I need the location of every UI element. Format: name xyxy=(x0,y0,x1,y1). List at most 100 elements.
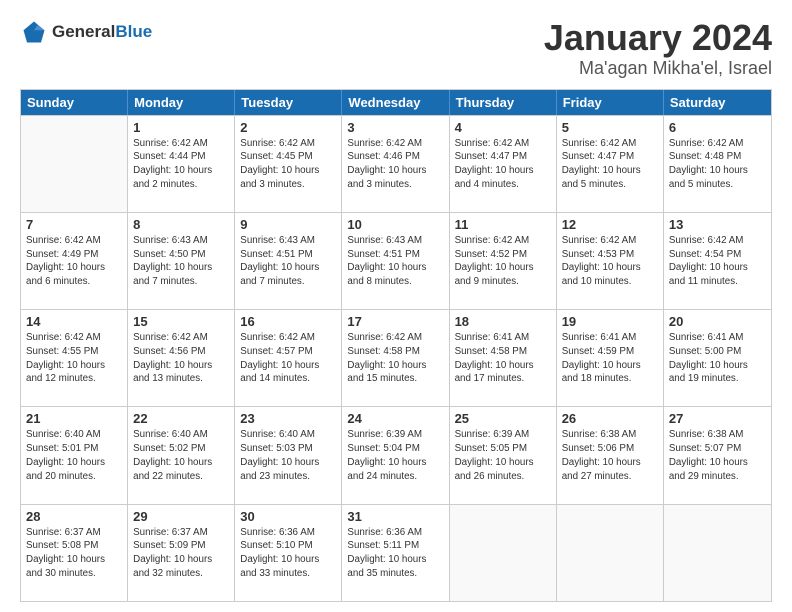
cell-day-number: 24 xyxy=(347,411,443,426)
calendar-cell: 4Sunrise: 6:42 AMSunset: 4:47 PMDaylight… xyxy=(450,116,557,212)
cell-info: Sunrise: 6:39 AMSunset: 5:05 PMDaylight:… xyxy=(455,428,551,483)
calendar-cell: 13 Sunrise: 6:42 AMSunset: 4:54 PMDayligh… xyxy=(664,213,771,309)
calendar-cell: 20 Sunrise: 6:41 AMSunset: 5:00 PMDayligh… xyxy=(664,310,771,406)
calendar-row-1: 7Sunrise: 6:42 AMSunset: 4:49 PMDaylight… xyxy=(21,212,771,309)
cell-info: Sunrise: 6:42 AMSunset: 4:47 PMDaylight:… xyxy=(455,137,551,192)
calendar-cell: 15 Sunrise: 6:42 AMSunset: 4:56 PMDayligh… xyxy=(128,310,235,406)
calendar-cell: 23 Sunrise: 6:40 AMSunset: 5:03 PMDayligh… xyxy=(235,407,342,503)
cell-info: Sunrise: 6:42 AMSunset: 4:57 PMDaylight:… xyxy=(240,331,336,386)
cell-info: Sunrise: 6:42 AMSunset: 4:47 PMDaylight:… xyxy=(562,137,658,192)
cell-info: Sunrise: 6:43 AMSunset: 4:51 PMDaylight:… xyxy=(240,234,336,289)
calendar-cell: 1 Sunrise: 6:42 AMSunset: 4:44 PMDaylight… xyxy=(128,116,235,212)
day-header-sunday: Sunday xyxy=(21,90,128,115)
calendar-cell: 27 Sunrise: 6:38 AMSunset: 5:07 PMDayligh… xyxy=(664,407,771,503)
calendar-cell: 29 Sunrise: 6:37 AMSunset: 5:09 PMDayligh… xyxy=(128,505,235,601)
cell-day-number: 14 xyxy=(26,314,122,329)
cell-day-number: 1 xyxy=(133,120,229,135)
calendar-cell xyxy=(21,116,128,212)
cell-info: Sunrise: 6:40 AMSunset: 5:03 PMDaylight:… xyxy=(240,428,336,483)
cell-day-number: 17 xyxy=(347,314,443,329)
calendar-row-4: 28 Sunrise: 6:37 AMSunset: 5:08 PMDayligh… xyxy=(21,504,771,601)
cell-day-number: 31 xyxy=(347,509,443,524)
cell-info: Sunrise: 6:39 AMSunset: 5:04 PMDaylight:… xyxy=(347,428,443,483)
calendar-cell: 5Sunrise: 6:42 AMSunset: 4:47 PMDaylight… xyxy=(557,116,664,212)
logo-icon xyxy=(20,18,48,46)
cell-day-number: 25 xyxy=(455,411,551,426)
day-header-friday: Friday xyxy=(557,90,664,115)
calendar-cell xyxy=(557,505,664,601)
calendar-row-2: 14Sunrise: 6:42 AMSunset: 4:55 PMDayligh… xyxy=(21,309,771,406)
header: GeneralBlue January 2024 Ma'agan Mikha'e… xyxy=(20,18,772,79)
calendar-body: 1 Sunrise: 6:42 AMSunset: 4:44 PMDaylight… xyxy=(21,115,771,601)
calendar-cell: 14Sunrise: 6:42 AMSunset: 4:55 PMDayligh… xyxy=(21,310,128,406)
calendar-row-3: 21 Sunrise: 6:40 AMSunset: 5:01 PMDayligh… xyxy=(21,406,771,503)
day-header-thursday: Thursday xyxy=(450,90,557,115)
cell-day-number: 9 xyxy=(240,217,336,232)
cell-day-number: 10 xyxy=(347,217,443,232)
calendar-cell: 24 Sunrise: 6:39 AMSunset: 5:04 PMDayligh… xyxy=(342,407,449,503)
logo-general: GeneralBlue xyxy=(52,22,152,42)
calendar-cell xyxy=(664,505,771,601)
cell-day-number: 11 xyxy=(455,217,551,232)
day-header-wednesday: Wednesday xyxy=(342,90,449,115)
calendar-cell: 31Sunrise: 6:36 AMSunset: 5:11 PMDayligh… xyxy=(342,505,449,601)
calendar-header: SundayMondayTuesdayWednesdayThursdayFrid… xyxy=(21,90,771,115)
month-title: January 2024 xyxy=(544,18,772,58)
calendar-cell: 7Sunrise: 6:42 AMSunset: 4:49 PMDaylight… xyxy=(21,213,128,309)
calendar-cell: 21 Sunrise: 6:40 AMSunset: 5:01 PMDayligh… xyxy=(21,407,128,503)
calendar-cell: 19Sunrise: 6:41 AMSunset: 4:59 PMDayligh… xyxy=(557,310,664,406)
cell-info: Sunrise: 6:42 AMSunset: 4:44 PMDaylight:… xyxy=(133,137,229,192)
cell-day-number: 21 xyxy=(26,411,122,426)
calendar-cell: 30Sunrise: 6:36 AMSunset: 5:10 PMDayligh… xyxy=(235,505,342,601)
calendar-cell: 3 Sunrise: 6:42 AMSunset: 4:46 PMDaylight… xyxy=(342,116,449,212)
calendar-cell: 8Sunrise: 6:43 AMSunset: 4:50 PMDaylight… xyxy=(128,213,235,309)
cell-info: Sunrise: 6:37 AMSunset: 5:09 PMDaylight:… xyxy=(133,526,229,581)
cell-info: Sunrise: 6:42 AMSunset: 4:46 PMDaylight:… xyxy=(347,137,443,192)
calendar-cell: 10Sunrise: 6:43 AMSunset: 4:51 PMDayligh… xyxy=(342,213,449,309)
cell-info: Sunrise: 6:36 AMSunset: 5:10 PMDaylight:… xyxy=(240,526,336,581)
calendar-row-0: 1 Sunrise: 6:42 AMSunset: 4:44 PMDaylight… xyxy=(21,115,771,212)
cell-info: Sunrise: 6:41 AMSunset: 4:59 PMDaylight:… xyxy=(562,331,658,386)
calendar-cell: 2Sunrise: 6:42 AMSunset: 4:45 PMDaylight… xyxy=(235,116,342,212)
cell-day-number: 13 xyxy=(669,217,766,232)
cell-day-number: 16 xyxy=(240,314,336,329)
day-header-tuesday: Tuesday xyxy=(235,90,342,115)
cell-info: Sunrise: 6:38 AMSunset: 5:06 PMDaylight:… xyxy=(562,428,658,483)
cell-day-number: 3 xyxy=(347,120,443,135)
cell-info: Sunrise: 6:40 AMSunset: 5:01 PMDaylight:… xyxy=(26,428,122,483)
cell-info: Sunrise: 6:37 AMSunset: 5:08 PMDaylight:… xyxy=(26,526,122,581)
calendar: SundayMondayTuesdayWednesdayThursdayFrid… xyxy=(20,89,772,602)
cell-day-number: 29 xyxy=(133,509,229,524)
location-title: Ma'agan Mikha'el, Israel xyxy=(544,58,772,79)
cell-day-number: 18 xyxy=(455,314,551,329)
cell-day-number: 26 xyxy=(562,411,658,426)
cell-info: Sunrise: 6:42 AMSunset: 4:53 PMDaylight:… xyxy=(562,234,658,289)
cell-info: Sunrise: 6:38 AMSunset: 5:07 PMDaylight:… xyxy=(669,428,766,483)
cell-day-number: 12 xyxy=(562,217,658,232)
cell-info: Sunrise: 6:42 AMSunset: 4:56 PMDaylight:… xyxy=(133,331,229,386)
cell-info: Sunrise: 6:42 AMSunset: 4:58 PMDaylight:… xyxy=(347,331,443,386)
cell-info: Sunrise: 6:41 AMSunset: 4:58 PMDaylight:… xyxy=(455,331,551,386)
cell-info: Sunrise: 6:42 AMSunset: 4:48 PMDaylight:… xyxy=(669,137,766,192)
calendar-cell: 26 Sunrise: 6:38 AMSunset: 5:06 PMDayligh… xyxy=(557,407,664,503)
cell-info: Sunrise: 6:40 AMSunset: 5:02 PMDaylight:… xyxy=(133,428,229,483)
cell-day-number: 22 xyxy=(133,411,229,426)
cell-day-number: 8 xyxy=(133,217,229,232)
cell-day-number: 2 xyxy=(240,120,336,135)
calendar-cell: 25 Sunrise: 6:39 AMSunset: 5:05 PMDayligh… xyxy=(450,407,557,503)
cell-info: Sunrise: 6:42 AMSunset: 4:52 PMDaylight:… xyxy=(455,234,551,289)
cell-day-number: 20 xyxy=(669,314,766,329)
cell-info: Sunrise: 6:42 AMSunset: 4:54 PMDaylight:… xyxy=(669,234,766,289)
cell-day-number: 15 xyxy=(133,314,229,329)
cell-day-number: 28 xyxy=(26,509,122,524)
calendar-cell: 11 Sunrise: 6:42 AMSunset: 4:52 PMDayligh… xyxy=(450,213,557,309)
day-header-saturday: Saturday xyxy=(664,90,771,115)
cell-day-number: 7 xyxy=(26,217,122,232)
cell-day-number: 23 xyxy=(240,411,336,426)
calendar-cell: 6Sunrise: 6:42 AMSunset: 4:48 PMDaylight… xyxy=(664,116,771,212)
cell-info: Sunrise: 6:41 AMSunset: 5:00 PMDaylight:… xyxy=(669,331,766,386)
day-header-monday: Monday xyxy=(128,90,235,115)
calendar-cell: 22 Sunrise: 6:40 AMSunset: 5:02 PMDayligh… xyxy=(128,407,235,503)
calendar-cell: 12 Sunrise: 6:42 AMSunset: 4:53 PMDayligh… xyxy=(557,213,664,309)
cell-day-number: 27 xyxy=(669,411,766,426)
